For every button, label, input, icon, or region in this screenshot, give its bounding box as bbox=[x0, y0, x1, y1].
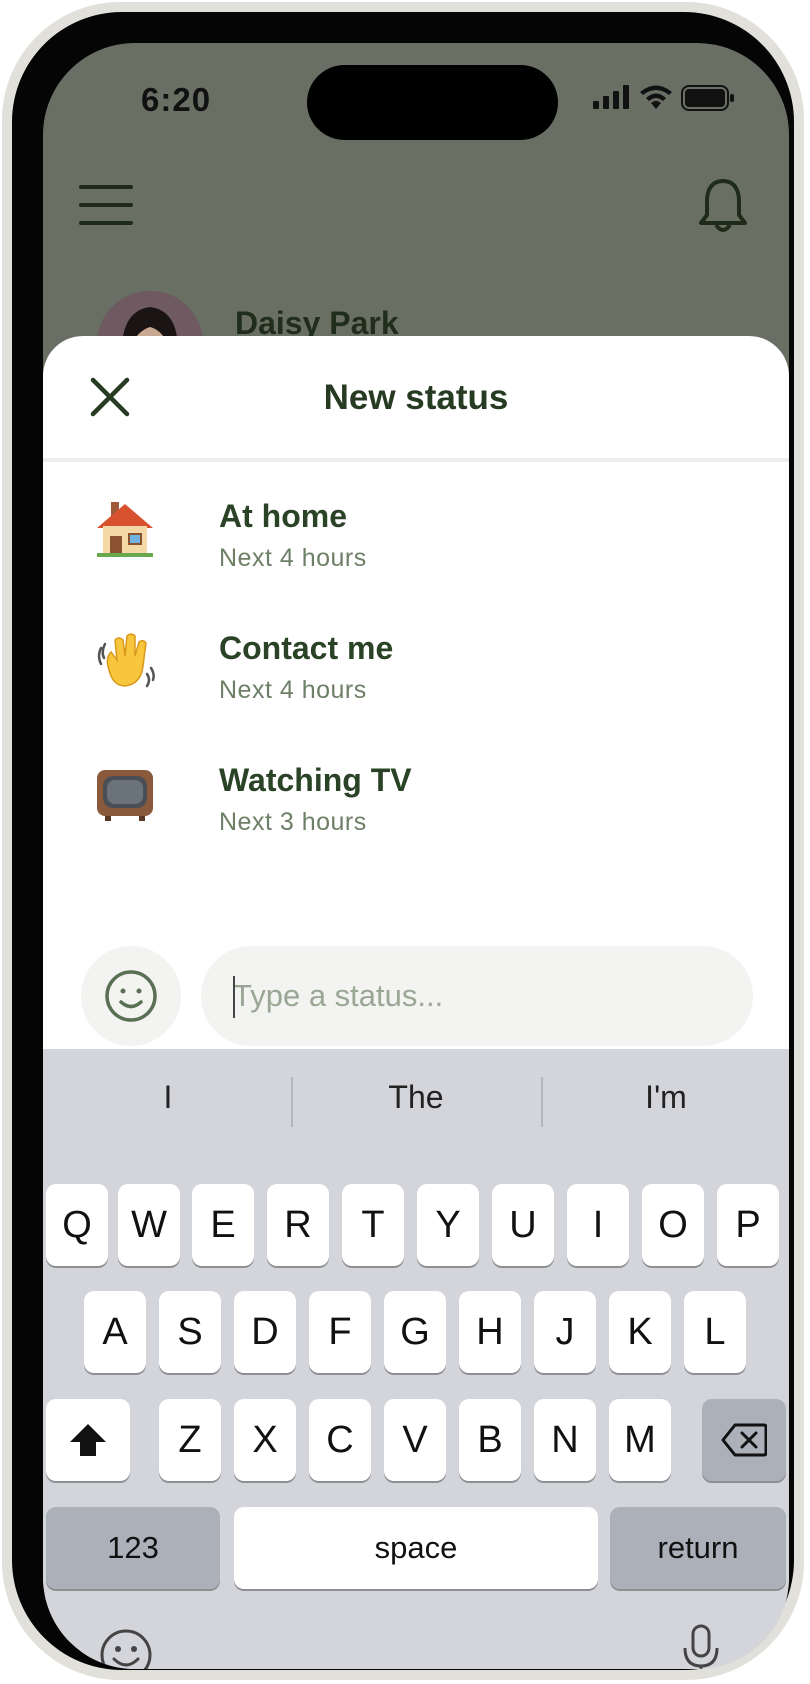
status-option-at-home[interactable]: At home Next 4 hours bbox=[43, 488, 789, 620]
house-emoji-icon bbox=[97, 502, 153, 557]
key-k[interactable]: K bbox=[609, 1291, 671, 1373]
space-key[interactable]: space bbox=[234, 1507, 598, 1589]
backspace-icon bbox=[721, 1423, 767, 1457]
battery-icon bbox=[681, 85, 734, 111]
key-z[interactable]: Z bbox=[159, 1399, 221, 1481]
bell-icon[interactable] bbox=[699, 177, 747, 235]
key-f[interactable]: F bbox=[309, 1291, 371, 1373]
sheet-title: New status bbox=[323, 378, 509, 417]
key-q[interactable]: Q bbox=[46, 1184, 108, 1266]
numbers-key[interactable]: 123 bbox=[46, 1507, 220, 1589]
key-n[interactable]: N bbox=[534, 1399, 596, 1481]
key-c[interactable]: C bbox=[309, 1399, 371, 1481]
key-b[interactable]: B bbox=[459, 1399, 521, 1481]
suggestion-bar: I The I'm bbox=[43, 1049, 789, 1157]
key-e[interactable]: E bbox=[192, 1184, 254, 1266]
key-u[interactable]: U bbox=[492, 1184, 554, 1266]
key-s[interactable]: S bbox=[159, 1291, 221, 1373]
suggestion-item[interactable]: I bbox=[43, 1079, 293, 1116]
key-h[interactable]: H bbox=[459, 1291, 521, 1373]
status-duration: Next 3 hours bbox=[219, 808, 367, 836]
key-l[interactable]: L bbox=[684, 1291, 746, 1373]
key-w[interactable]: W bbox=[118, 1184, 180, 1266]
waving-hand-emoji-icon bbox=[97, 633, 155, 688]
smiley-icon bbox=[105, 970, 157, 1022]
television-emoji-icon bbox=[97, 770, 153, 821]
key-d[interactable]: D bbox=[234, 1291, 296, 1373]
sheet-header: New status bbox=[43, 336, 789, 462]
text-caret bbox=[233, 976, 235, 1018]
status-option-contact-me[interactable]: Contact me Next 4 hours bbox=[43, 620, 789, 752]
status-title: At home bbox=[219, 498, 347, 534]
shift-key[interactable] bbox=[46, 1399, 130, 1481]
microphone-icon[interactable] bbox=[681, 1624, 721, 1669]
status-title: Contact me bbox=[219, 630, 394, 666]
key-j[interactable]: J bbox=[534, 1291, 596, 1373]
key-p[interactable]: P bbox=[717, 1184, 779, 1266]
key-o[interactable]: O bbox=[642, 1184, 704, 1266]
delete-key[interactable] bbox=[702, 1399, 786, 1481]
key-v[interactable]: V bbox=[384, 1399, 446, 1481]
cellular-signal-icon bbox=[593, 85, 629, 109]
dynamic-island bbox=[307, 65, 558, 140]
key-a[interactable]: A bbox=[84, 1291, 146, 1373]
key-x[interactable]: X bbox=[234, 1399, 296, 1481]
hamburger-menu-icon[interactable] bbox=[79, 183, 133, 227]
status-option-watching-tv[interactable]: Watching TV Next 3 hours bbox=[43, 752, 789, 884]
status-input[interactable] bbox=[201, 946, 753, 1046]
key-g[interactable]: G bbox=[384, 1291, 446, 1373]
key-y[interactable]: Y bbox=[417, 1184, 479, 1266]
wifi-icon bbox=[640, 85, 672, 109]
suggestion-item[interactable]: The bbox=[291, 1079, 541, 1116]
status-duration: Next 4 hours bbox=[219, 544, 367, 572]
status-list: At home Next 4 hours Contact me Next 4 h… bbox=[43, 488, 789, 884]
status-bar-time: 6:20 bbox=[141, 81, 212, 118]
key-m[interactable]: M bbox=[609, 1399, 671, 1481]
key-r[interactable]: R bbox=[267, 1184, 329, 1266]
emoji-picker-button[interactable] bbox=[81, 946, 181, 1046]
phone-bezel: 6:20 Daisy Park New status At home Next … bbox=[12, 12, 794, 1670]
emoji-keyboard-icon[interactable] bbox=[100, 1629, 152, 1669]
phone-frame: 6:20 Daisy Park New status At home Next … bbox=[2, 2, 804, 1680]
shift-icon bbox=[70, 1424, 106, 1456]
suggestion-item[interactable]: I'm bbox=[541, 1079, 789, 1116]
keyboard: I The I'm Q W E R T Y U I O P A S D F G … bbox=[43, 1049, 789, 1669]
status-duration: Next 4 hours bbox=[219, 676, 367, 704]
return-key[interactable]: return bbox=[610, 1507, 786, 1589]
screen: 6:20 Daisy Park New status At home Next … bbox=[43, 43, 789, 1669]
key-t[interactable]: T bbox=[342, 1184, 404, 1266]
key-i[interactable]: I bbox=[567, 1184, 629, 1266]
status-title: Watching TV bbox=[219, 762, 412, 798]
